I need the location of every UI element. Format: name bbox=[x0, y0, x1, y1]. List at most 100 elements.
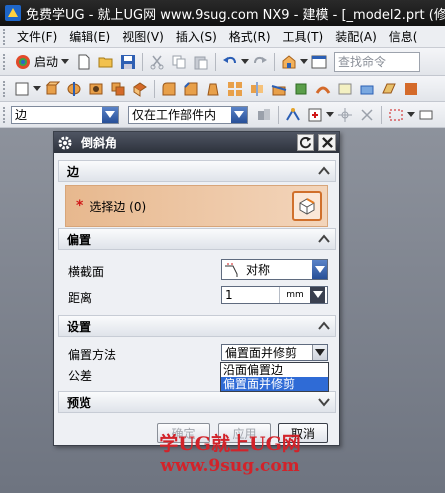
filter-button[interactable] bbox=[254, 105, 274, 125]
feature-toolbar bbox=[0, 76, 445, 102]
trim-body-icon bbox=[271, 84, 287, 95]
extract-button[interactable] bbox=[357, 79, 377, 99]
chamfer-icon bbox=[184, 81, 198, 95]
draft-button[interactable] bbox=[203, 79, 223, 99]
mirror-button[interactable] bbox=[247, 79, 267, 99]
menu-insert[interactable]: 插入(S) bbox=[170, 27, 223, 47]
undo-icon bbox=[223, 56, 237, 63]
chevron-down-icon bbox=[231, 106, 247, 123]
rectangle-select-button[interactable] bbox=[386, 105, 406, 125]
pattern-button[interactable] bbox=[225, 79, 245, 99]
chamfer-button[interactable] bbox=[181, 79, 201, 99]
selection-scope-dropdown[interactable]: 仅在工作部件内 bbox=[128, 105, 248, 124]
paste-button[interactable] bbox=[191, 52, 211, 72]
expression-menu-button[interactable] bbox=[310, 287, 325, 303]
menu-format[interactable]: 格式(R) bbox=[223, 27, 277, 47]
revolve-button[interactable] bbox=[64, 79, 84, 99]
redo-icon bbox=[254, 56, 268, 63]
chevron-down-icon[interactable] bbox=[241, 58, 250, 65]
chevron-down-icon[interactable] bbox=[33, 85, 41, 92]
point-constructor-button[interactable] bbox=[305, 105, 325, 125]
pattern-icon bbox=[228, 81, 242, 96]
edge-blend-button[interactable] bbox=[159, 79, 179, 99]
type-filter-dropdown[interactable]: 边 bbox=[11, 105, 119, 124]
undo-button[interactable] bbox=[220, 52, 240, 72]
selection-toolbar: 边 仅在工作部件内 bbox=[0, 102, 445, 128]
revolve-icon bbox=[67, 81, 81, 96]
thicken-button[interactable] bbox=[313, 79, 333, 99]
sew-button[interactable] bbox=[335, 79, 355, 99]
copy-button[interactable] bbox=[169, 52, 189, 72]
option-offset-face-and-trim[interactable]: 偏置面并修剪 bbox=[221, 377, 328, 391]
select-edge-row[interactable]: * 选择边 (0) bbox=[65, 185, 328, 227]
open-file-button[interactable] bbox=[96, 52, 116, 72]
reset-button[interactable] bbox=[297, 134, 314, 151]
menu-assembly[interactable]: 装配(A) bbox=[329, 27, 383, 47]
distance-value[interactable]: 1 bbox=[222, 287, 280, 303]
trim-body-button[interactable] bbox=[269, 79, 289, 99]
part-navigator-button[interactable] bbox=[279, 52, 299, 72]
snap-point-button[interactable] bbox=[283, 105, 303, 125]
snap-end-button[interactable] bbox=[335, 105, 355, 125]
close-button[interactable] bbox=[318, 134, 336, 151]
extrude-icon bbox=[45, 81, 60, 94]
open-folder-icon bbox=[98, 57, 113, 67]
chevron-down-icon bbox=[312, 345, 327, 360]
settings-section-header[interactable]: 设置 bbox=[58, 315, 336, 337]
distance-unit: mm bbox=[286, 290, 304, 300]
preview-section-header[interactable]: 预览 bbox=[58, 391, 336, 413]
toolbar-separator bbox=[215, 52, 217, 71]
extrude-button[interactable] bbox=[42, 79, 62, 99]
crosshair-icon bbox=[338, 107, 352, 122]
chevron-down-icon[interactable] bbox=[407, 111, 415, 118]
cut-button[interactable] bbox=[147, 52, 167, 72]
find-command-input[interactable]: 查找命令 bbox=[334, 51, 421, 72]
offset-section-header[interactable]: 偏置 bbox=[58, 228, 336, 250]
datum-plane-icon bbox=[382, 83, 396, 93]
settings-section-title: 设置 bbox=[67, 319, 92, 334]
sketch-button[interactable] bbox=[12, 79, 32, 99]
selection-scope-value: 仅在工作部件内 bbox=[132, 108, 217, 122]
house-cube-icon bbox=[282, 54, 296, 68]
rectangle-select-icon bbox=[389, 109, 403, 120]
deselect-button[interactable] bbox=[416, 105, 436, 125]
gear-icon[interactable] bbox=[57, 135, 73, 151]
offset-method-label: 偏置方法 bbox=[68, 348, 117, 362]
menu-edit[interactable]: 编辑(E) bbox=[63, 27, 116, 47]
redo-button[interactable] bbox=[250, 52, 270, 72]
chevron-up-icon bbox=[318, 234, 330, 243]
menu-info[interactable]: 信息( bbox=[383, 27, 424, 47]
edge-section-header[interactable]: 边 bbox=[58, 160, 336, 182]
datum-button[interactable] bbox=[379, 79, 399, 99]
hole-button[interactable] bbox=[86, 79, 106, 99]
chevron-down-icon[interactable] bbox=[326, 111, 334, 118]
reset-icon bbox=[299, 136, 312, 149]
arrow-snap-icon bbox=[361, 108, 373, 121]
chevron-down-icon[interactable] bbox=[300, 58, 309, 65]
new-file-button[interactable] bbox=[74, 52, 94, 72]
extract-icon bbox=[360, 85, 374, 94]
start-button[interactable]: 启动 bbox=[11, 51, 73, 73]
cube-edge-icon bbox=[299, 198, 315, 215]
tolerance-label: 公差 bbox=[68, 369, 93, 383]
menu-file[interactable]: 文件(F) bbox=[11, 27, 63, 47]
distance-field[interactable]: 1 mm bbox=[221, 286, 328, 304]
offset-face-button[interactable] bbox=[291, 79, 311, 99]
boolean-button[interactable] bbox=[108, 79, 128, 99]
offset-method-dropdown[interactable]: 偏置面并修剪 bbox=[221, 344, 328, 361]
window-button[interactable] bbox=[309, 52, 329, 72]
chevron-up-icon bbox=[318, 321, 330, 330]
menu-tools[interactable]: 工具(T) bbox=[277, 27, 330, 47]
shell-button[interactable] bbox=[130, 79, 150, 99]
snap-mid-button[interactable] bbox=[357, 105, 377, 125]
save-button[interactable] bbox=[118, 52, 138, 72]
more-features-button[interactable] bbox=[401, 79, 421, 99]
select-edge-button[interactable] bbox=[292, 191, 322, 221]
chevron-down-icon bbox=[312, 260, 327, 279]
cross-section-dropdown[interactable]: 对称 bbox=[221, 259, 328, 280]
sketch-icon bbox=[15, 82, 29, 95]
option-offset-edge-along-face[interactable]: 沿面偏置边 bbox=[221, 363, 328, 377]
menu-view[interactable]: 视图(V) bbox=[116, 27, 170, 47]
chevron-up-icon bbox=[318, 166, 330, 175]
window-title-bar: 免费学UG - 就上UG网 www.9sug.com NX9 - 建模 - [_… bbox=[0, 0, 445, 26]
